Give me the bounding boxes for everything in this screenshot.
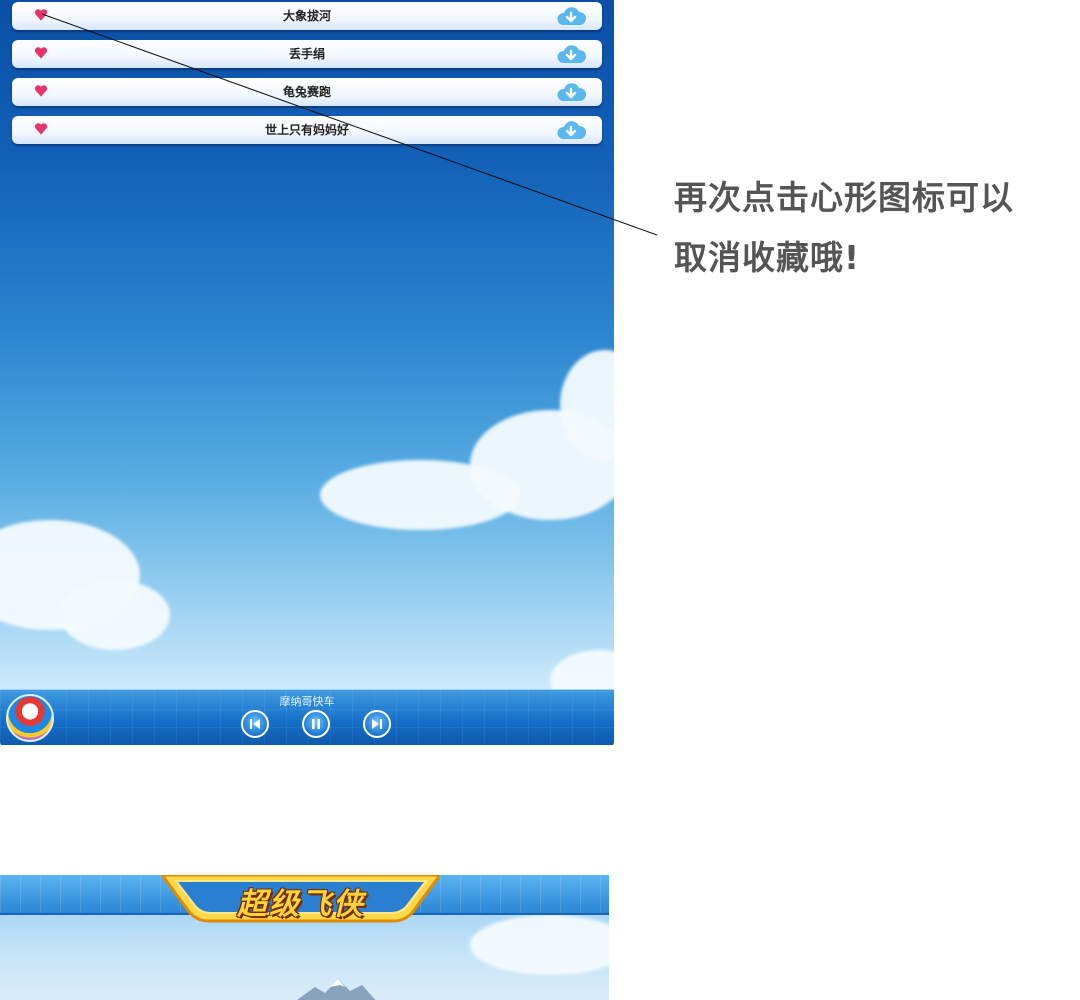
list-item[interactable]: 龟兔赛跑 — [12, 78, 602, 106]
annotation-line-2: 取消收藏哦! — [674, 238, 861, 277]
list-item[interactable]: 世上只有妈妈好 — [12, 116, 602, 144]
song-title: 龟兔赛跑 — [282, 85, 331, 99]
song-title: 世上只有妈妈好 — [264, 123, 349, 137]
song-title: 大象拔河 — [282, 9, 331, 23]
list-item[interactable]: 丢手绢 — [12, 40, 602, 68]
app-logo: 超级飞侠 — [237, 887, 365, 922]
pause-icon — [312, 719, 320, 729]
now-playing-title: 摩纳哥快车 — [279, 695, 335, 708]
annotation-text: 再次点击心形图标可以 取消收藏哦! — [674, 168, 1054, 288]
pause-button[interactable] — [302, 710, 330, 738]
song-title: 丢手绢 — [288, 47, 325, 61]
next-button[interactable] — [363, 710, 391, 738]
list-item[interactable]: 大象拔河 — [12, 2, 602, 30]
mountain-decoration — [296, 979, 376, 1000]
music-player-bar: 摩纳哥快车 — [0, 689, 614, 745]
cloud-decoration — [60, 580, 170, 650]
cloud-decoration — [470, 915, 609, 975]
app-screen-home: 超级飞侠 — [0, 875, 609, 1000]
previous-button[interactable] — [241, 710, 269, 738]
cloud-download-icon[interactable] — [556, 43, 586, 65]
skip-next-icon — [372, 719, 382, 729]
cloud-download-icon[interactable] — [556, 81, 586, 103]
cloud-download-icon[interactable] — [556, 119, 586, 141]
skip-previous-icon — [250, 719, 260, 729]
cloud-download-icon[interactable] — [556, 5, 586, 27]
annotation-line-1: 再次点击心形图标可以 — [674, 178, 1014, 217]
app-screen-playlist: 大象拔河 丢手绢 龟兔赛跑 世上只有妈妈好 摩纳哥快车 — [0, 0, 614, 745]
